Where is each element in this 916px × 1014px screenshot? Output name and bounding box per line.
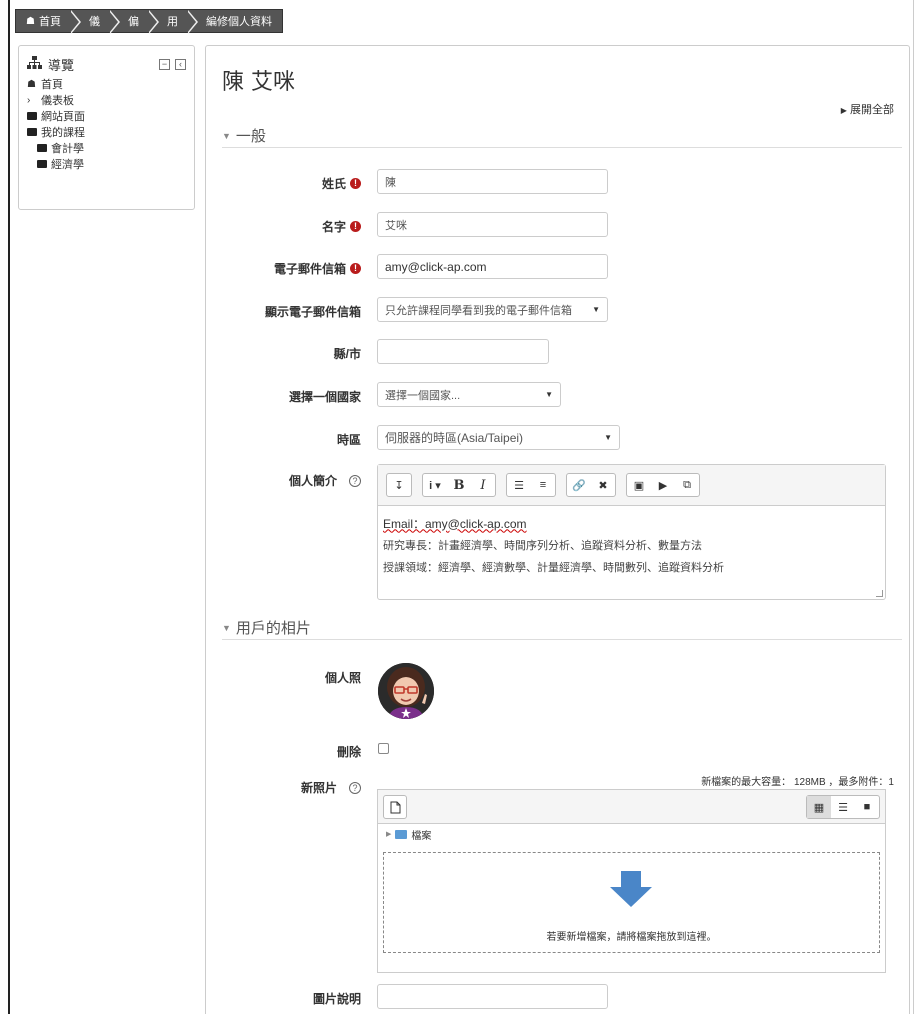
- surname-field[interactable]: 陳: [377, 169, 608, 194]
- caret-right-icon: ▶: [386, 831, 392, 838]
- link-icon[interactable]: 🔗: [567, 474, 591, 496]
- delete-checkbox[interactable]: [378, 743, 389, 754]
- display-email-label: 顯示電子郵件信箱: [264, 305, 361, 319]
- firstname-label: 名字!: [322, 218, 361, 235]
- surname-label: 姓氏!: [322, 175, 361, 192]
- picture-description-field[interactable]: [377, 984, 608, 1009]
- main-content: 陳 艾咪 ▶ 展開全部 ▼ 一般 姓氏! 陳 名字! 艾咪 電子郵件信箱! am…: [205, 45, 910, 1014]
- italic-icon[interactable]: I: [471, 474, 495, 496]
- navigation-block: 導覽 − ‹ ☗ 首頁 › 儀表板 網站頁面 我的課程 會計學 經濟學: [18, 45, 195, 210]
- folder-view-icon[interactable]: ■: [855, 796, 879, 818]
- collapse-icon[interactable]: −: [159, 58, 170, 70]
- city-field[interactable]: [377, 339, 549, 364]
- country-select[interactable]: 選擇一個國家... ▼: [377, 382, 561, 407]
- nav-item-home[interactable]: ☗ 首頁: [27, 76, 186, 92]
- picture-description-label: 圖片說明: [312, 992, 361, 1006]
- add-file-button[interactable]: [383, 795, 407, 819]
- dropdown-arrow-icon: ▼: [545, 390, 553, 399]
- drop-hint: 若要新增檔案，請將檔案拖放到這裡。: [546, 932, 717, 943]
- folder-icon: [37, 144, 47, 152]
- timezone-select[interactable]: 伺服器的時區(Asia/Taipei) ▼: [377, 425, 620, 450]
- nav-item-site-pages[interactable]: 網站頁面: [27, 108, 186, 124]
- dock-icon[interactable]: ‹: [175, 58, 186, 70]
- folder-open-icon: [27, 128, 37, 136]
- new-picture-label: 新照片?: [301, 779, 361, 796]
- folder-icon: [395, 829, 408, 839]
- grid-view-icon[interactable]: ▦: [807, 796, 831, 818]
- file-tree-folder[interactable]: ▶ 檔案: [378, 824, 885, 844]
- description-editor[interactable]: ↧ i ▾ B I ☰ ≡ 🔗 ✖ ▣ ▶ ⧉ Email：amy@click-…: [377, 464, 886, 600]
- avatar: [378, 663, 434, 719]
- description-line: 授課領域：經濟學、經濟數學、計量經濟學、時間數列、追蹤資料分析: [383, 562, 724, 574]
- unlink-icon[interactable]: ✖: [591, 474, 615, 496]
- bullet-list-icon[interactable]: ☰: [507, 474, 531, 496]
- file-picker: ▦ ☰ ■ ▶ 檔案 若要新增檔案，請將檔案拖放到這裡。: [377, 789, 886, 973]
- numbered-list-icon[interactable]: ≡: [531, 474, 555, 496]
- nav-item-course[interactable]: 經濟學: [27, 156, 186, 172]
- section-picture-header[interactable]: ▼ 用戶的相片: [222, 616, 902, 640]
- dropdown-arrow-icon: ▼: [592, 305, 600, 314]
- description-line: Email：amy@click-ap.com: [383, 516, 527, 531]
- required-icon: !: [350, 221, 361, 232]
- home-icon: ☗: [26, 15, 35, 27]
- breadcrumb-home[interactable]: ☗ 首頁: [16, 10, 81, 34]
- required-icon: !: [350, 178, 361, 189]
- country-label: 選擇一個國家: [288, 390, 361, 404]
- nav-item-course[interactable]: 會計學: [27, 140, 186, 156]
- file-icon: [390, 801, 400, 813]
- folder-icon: [37, 160, 47, 168]
- display-email-select[interactable]: 只允許課程同學看到我的電子郵件信箱 ▼: [377, 297, 608, 322]
- description-label: 個人簡介?: [289, 472, 361, 489]
- help-icon[interactable]: ?: [349, 474, 361, 487]
- section-general-header[interactable]: ▼ 一般: [222, 124, 902, 148]
- email-field[interactable]: amy@click-ap.com: [377, 254, 608, 279]
- chevron-right-icon: ›: [27, 94, 31, 106]
- sitemap-icon: [27, 56, 42, 72]
- description-line: 研究專長：計畫經濟學、時間序列分析、追蹤資料分析、數量方法: [383, 540, 702, 552]
- nav-item-my-courses[interactable]: 我的課程: [27, 124, 186, 140]
- caret-right-icon: ▶: [840, 106, 847, 115]
- required-icon: !: [350, 263, 361, 274]
- list-view-icon[interactable]: ☰: [831, 796, 855, 818]
- manage-files-icon[interactable]: ⧉: [675, 474, 699, 496]
- delete-label: 刪除: [336, 745, 361, 759]
- editor-content[interactable]: Email：amy@click-ap.com 研究專長：計畫經濟學、時間序列分析…: [378, 506, 885, 584]
- folder-icon: [27, 112, 37, 120]
- toolbar-toggle-icon[interactable]: ↧: [387, 474, 411, 496]
- max-file-info: 新檔案的最大容量： 128MB ，最多附件：1: [701, 777, 894, 788]
- timezone-label: 時區: [336, 433, 361, 447]
- home-icon: ☗: [27, 78, 36, 90]
- page-title: 陳 艾咪: [222, 70, 295, 95]
- down-arrow-icon: [610, 871, 652, 907]
- image-icon[interactable]: ▣: [627, 474, 651, 496]
- bold-icon[interactable]: B: [447, 474, 471, 496]
- file-drop-zone[interactable]: 若要新增檔案，請將檔案拖放到這裡。: [383, 852, 880, 953]
- breadcrumb-current: 編修個人資料: [187, 10, 282, 32]
- caret-down-icon: ▼: [222, 622, 231, 633]
- video-icon[interactable]: ▶: [651, 474, 675, 496]
- email-label: 電子郵件信箱!: [274, 260, 361, 277]
- editor-toolbar: ↧ i ▾ B I ☰ ≡ 🔗 ✖ ▣ ▶ ⧉: [378, 465, 885, 506]
- firstname-field[interactable]: 艾咪: [377, 212, 608, 237]
- breadcrumb: ☗ 首頁 儀 偏 用 編修個人資料: [15, 9, 283, 34]
- nav-item-dashboard[interactable]: › 儀表板: [27, 92, 186, 108]
- city-label: 縣/市: [333, 347, 361, 361]
- nav-title: 導覽: [48, 57, 75, 73]
- resize-handle-icon[interactable]: [876, 590, 883, 597]
- dropdown-arrow-icon: ▼: [604, 433, 612, 442]
- help-icon[interactable]: ?: [349, 781, 361, 794]
- info-dropdown-icon[interactable]: i ▾: [423, 474, 447, 496]
- caret-down-icon: ▼: [222, 130, 231, 141]
- current-picture-label: 個人照: [324, 671, 361, 685]
- expand-all-link[interactable]: ▶ 展開全部: [841, 101, 894, 117]
